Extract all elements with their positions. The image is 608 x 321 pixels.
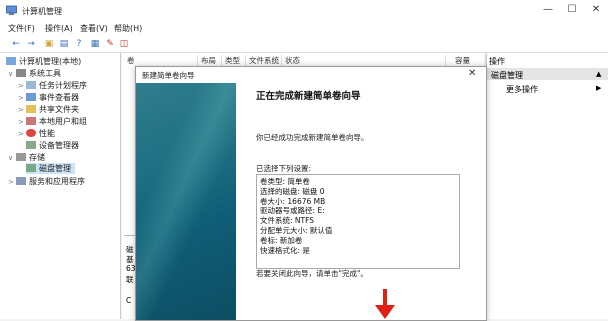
setting-volume-label: 卷标: 新加卷 (260, 235, 303, 245)
tree-item-shared-folders[interactable]: > 共享文件夹 (18, 104, 79, 115)
tree-item-event-viewer[interactable]: > 事件查看器 (18, 92, 79, 103)
clock-icon (26, 81, 36, 89)
services-icon (16, 177, 26, 185)
shared-folder-icon (26, 105, 36, 113)
properties-icon[interactable]: ▦ (89, 38, 101, 50)
chevron-right-icon[interactable]: > (18, 94, 26, 102)
chevron-right-icon[interactable]: > (18, 82, 26, 90)
tree-item-performance[interactable]: > 性能 (18, 128, 55, 139)
menu-view[interactable]: 查看(V) (80, 23, 108, 34)
wizard-heading: 正在完成新建简单卷向导 (256, 91, 361, 102)
column-header-filesystem[interactable]: 文件系统 (246, 55, 282, 66)
actions-pane (486, 53, 608, 319)
storage-icon (16, 153, 26, 161)
export-icon[interactable]: ✎ (104, 38, 116, 50)
column-header-volume[interactable]: 卷 (124, 55, 198, 66)
menu-help[interactable]: 帮助(H) (114, 23, 142, 34)
delete-icon[interactable]: ◫ (118, 38, 130, 50)
maximize-button[interactable]: ☐ (561, 2, 583, 18)
tree-item-disk-management[interactable]: 磁盘管理 (26, 163, 75, 174)
tree-root[interactable]: 计算机管理(本地) (6, 56, 81, 67)
settings-summary-box[interactable]: 卷类型: 简单卷 选择的磁盘: 磁盘 0 卷大小: 16676 MB 驱动器号或… (256, 174, 460, 269)
device-manager-icon (26, 141, 36, 149)
tree-item-device-manager[interactable]: 设备管理器 (26, 140, 79, 151)
chevron-right-icon[interactable]: > (18, 130, 26, 138)
computer-management-icon (6, 5, 17, 15)
column-header-capacity[interactable]: 容量 (452, 55, 486, 66)
setting-quick-format: 快速格式化: 是 (260, 245, 310, 255)
chevron-down-icon[interactable]: ∨ (8, 154, 16, 162)
arrow-down-icon (375, 289, 395, 319)
tree-item-local-users[interactable]: > 本地用户和组 (18, 116, 87, 127)
back-icon[interactable]: ← (10, 38, 22, 50)
performance-icon (26, 129, 36, 137)
menu-action[interactable]: 操作(A) (45, 23, 73, 34)
wizard-title: 新建简单卷向导 (142, 71, 195, 80)
wizard-intro: 你已经成功完成新建简单卷向导。 (256, 133, 369, 142)
menu-file[interactable]: 文件(F) (8, 23, 35, 34)
more-actions-link[interactable]: 更多操作 (506, 84, 538, 95)
forward-icon[interactable]: → (25, 38, 37, 50)
tree-item-task-scheduler[interactable]: > 任务计划程序 (18, 80, 87, 91)
chevron-right-icon[interactable]: > (18, 118, 26, 126)
setting-drive-letter: 驱动器号或路径: E: (260, 206, 325, 216)
up-icon[interactable]: ▣ (43, 38, 55, 50)
column-header-status[interactable]: 状态 (282, 55, 446, 66)
disk-status-partial: 联 (126, 275, 134, 284)
actions-section-label: 磁盘管理 (491, 71, 523, 80)
title-bar (0, 0, 608, 23)
window-title: 计算机管理 (22, 7, 62, 16)
view-icon[interactable]: ▤ (58, 38, 70, 50)
minimize-button[interactable]: — (537, 2, 559, 18)
wizard-banner-stripe (136, 83, 236, 320)
tools-icon (16, 69, 26, 77)
close-icon[interactable]: ✕ (468, 68, 476, 79)
setting-file-system: 文件系统: NTFS (260, 216, 315, 226)
setting-volume-size: 卷大小: 16676 MB (260, 196, 326, 206)
tree-item-system-tools[interactable]: ∨ 系统工具 (8, 68, 61, 79)
column-header-type[interactable]: 类型 (222, 55, 246, 66)
new-simple-volume-wizard: 新建简单卷向导 ✕ 正在完成新建简单卷向导 你已经成功完成新建简单卷向导。 已选… (135, 66, 487, 321)
actions-header: 操作 (489, 57, 505, 66)
computer-icon (6, 57, 16, 65)
close-hint: 若要关闭此向导，请单击"完成"。 (256, 269, 368, 278)
users-icon (26, 117, 36, 125)
setting-selected-disk: 选择的磁盘: 磁盘 0 (260, 186, 325, 196)
chevron-right-icon[interactable]: > (18, 106, 26, 114)
cdrom-label-partial: C (126, 296, 132, 305)
chevron-up-icon[interactable]: ▲ (596, 70, 601, 78)
column-header-layout[interactable]: 布局 (198, 55, 222, 66)
chevron-right-icon[interactable]: ▶ (596, 84, 601, 92)
setting-allocation-unit: 分配单元大小: 默认值 (260, 225, 333, 235)
setting-volume-type: 卷类型: 简单卷 (260, 177, 310, 186)
chevron-down-icon[interactable]: ∨ (8, 70, 16, 78)
settings-label: 已选择下列设置: (256, 164, 312, 173)
tree-item-storage[interactable]: ∨ 存储 (8, 152, 45, 163)
tree-root-label: 计算机管理(本地) (19, 57, 82, 66)
help-icon[interactable]: ? (73, 38, 85, 50)
tree-item-services-apps[interactable]: > 服务和应用程序 (8, 176, 85, 187)
disk-icon (26, 164, 36, 172)
close-button[interactable]: ✕ (585, 2, 607, 18)
event-viewer-icon (26, 93, 36, 101)
chevron-right-icon[interactable]: > (8, 178, 16, 186)
